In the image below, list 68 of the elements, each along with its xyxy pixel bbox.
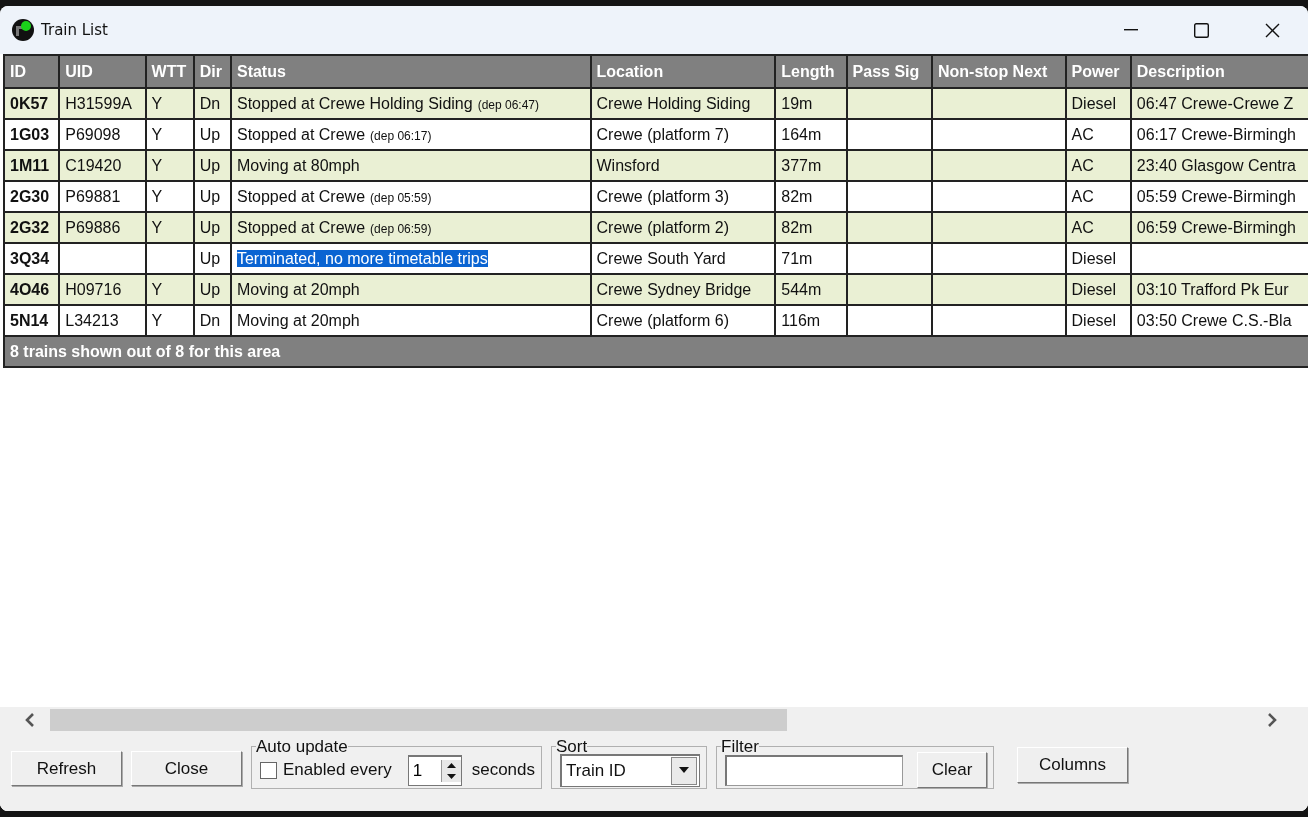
column-header[interactable]: Dir bbox=[193, 55, 231, 88]
table-cell: Y bbox=[145, 150, 194, 181]
close-icon[interactable] bbox=[1265, 22, 1280, 38]
app-icon bbox=[11, 18, 35, 42]
table-cell: 4O46 bbox=[4, 274, 60, 305]
table-cell: 03:10 Trafford Pk Eur bbox=[1130, 274, 1308, 305]
table-cell: H09716 bbox=[59, 274, 146, 305]
column-header[interactable]: ID bbox=[4, 55, 60, 88]
table-cell: Moving at 80mph bbox=[230, 150, 591, 181]
table-cell: Moving at 20mph bbox=[230, 274, 591, 305]
table-cell: 544m bbox=[775, 274, 847, 305]
table-cell: Diesel bbox=[1065, 274, 1131, 305]
column-header[interactable]: UID bbox=[59, 55, 146, 88]
group-label: Sort bbox=[556, 737, 588, 756]
close-button[interactable]: Close bbox=[131, 751, 242, 786]
minimize-icon[interactable] bbox=[1124, 29, 1138, 31]
table-cell: 23:40 Glasgow Centra bbox=[1130, 150, 1308, 181]
column-header[interactable]: Non-stop Next bbox=[931, 55, 1066, 88]
horizontal-scrollbar[interactable] bbox=[0, 707, 1308, 733]
maximize-icon[interactable] bbox=[1194, 22, 1209, 38]
table-cell: 06:47 Crewe-Crewe Z bbox=[1130, 88, 1308, 119]
column-header[interactable]: Length bbox=[775, 55, 847, 88]
table-cell: 377m bbox=[775, 150, 847, 181]
refresh-button[interactable]: Refresh bbox=[11, 751, 122, 786]
table-cell: Diesel bbox=[1065, 88, 1131, 119]
clear-button[interactable]: Clear bbox=[917, 752, 987, 788]
table-cell: 19m bbox=[775, 88, 847, 119]
table-cell: C19420 bbox=[59, 150, 146, 181]
table-cell: 2G32 bbox=[4, 212, 60, 243]
table-cell: Crewe (platform 2) bbox=[590, 212, 776, 243]
checkbox[interactable] bbox=[260, 761, 277, 779]
table-footer: 8 trains shown out of 8 for this area bbox=[4, 336, 1308, 367]
caret-icon[interactable] bbox=[678, 767, 690, 774]
table-cell: 82m bbox=[775, 212, 847, 243]
sort-dropdown[interactable]: Train ID bbox=[560, 753, 700, 787]
filter-field[interactable] bbox=[725, 754, 903, 786]
scroll-left-icon[interactable] bbox=[24, 712, 36, 728]
table-cell: Crewe Sydney Bridge bbox=[590, 274, 776, 305]
column-header[interactable]: Power bbox=[1065, 55, 1131, 88]
table-cell: Terminated, no more timetable trips bbox=[230, 243, 591, 274]
scroll-right-icon[interactable] bbox=[1266, 712, 1278, 728]
checkbox-label[interactable]: Enabled every bbox=[283, 760, 392, 780]
table-cell: Y bbox=[145, 212, 194, 243]
table-cell: Crewe Holding Siding bbox=[590, 88, 776, 119]
table-cell: Winsford bbox=[590, 150, 776, 181]
columns-button[interactable]: Columns bbox=[1017, 747, 1128, 783]
table-cell: 1M11 bbox=[4, 150, 60, 181]
group-label: Auto update bbox=[256, 737, 348, 756]
table-cell: P69886 bbox=[59, 212, 146, 243]
unit-label: seconds bbox=[471, 760, 535, 780]
interval-spinner[interactable]: 1 bbox=[407, 754, 462, 786]
column-header[interactable]: WTT bbox=[145, 55, 194, 88]
table-cell: AC bbox=[1065, 150, 1131, 181]
scrollbar-thumb[interactable] bbox=[50, 709, 787, 731]
table-cell: Y bbox=[145, 88, 194, 119]
table-cell: AC bbox=[1065, 212, 1131, 243]
table-cell: Stopped at Crewe (dep 06:59) bbox=[230, 212, 591, 243]
table-cell: Stopped at Crewe Holding Siding (dep 06:47) bbox=[230, 88, 591, 119]
table-cell: 0K57 bbox=[4, 88, 60, 119]
column-header[interactable]: Location bbox=[590, 55, 776, 88]
group-label: Filter bbox=[721, 737, 759, 756]
table-cell: H31599A bbox=[59, 88, 146, 119]
table-cell: 06:59 Crewe-Birmingh bbox=[1130, 212, 1308, 243]
column-header[interactable]: Pass Sig bbox=[846, 55, 932, 88]
window-title: Train List bbox=[41, 21, 108, 39]
table-cell: Y bbox=[145, 274, 194, 305]
column-header[interactable]: Description bbox=[1130, 55, 1308, 88]
column-header[interactable]: Status bbox=[230, 55, 591, 88]
